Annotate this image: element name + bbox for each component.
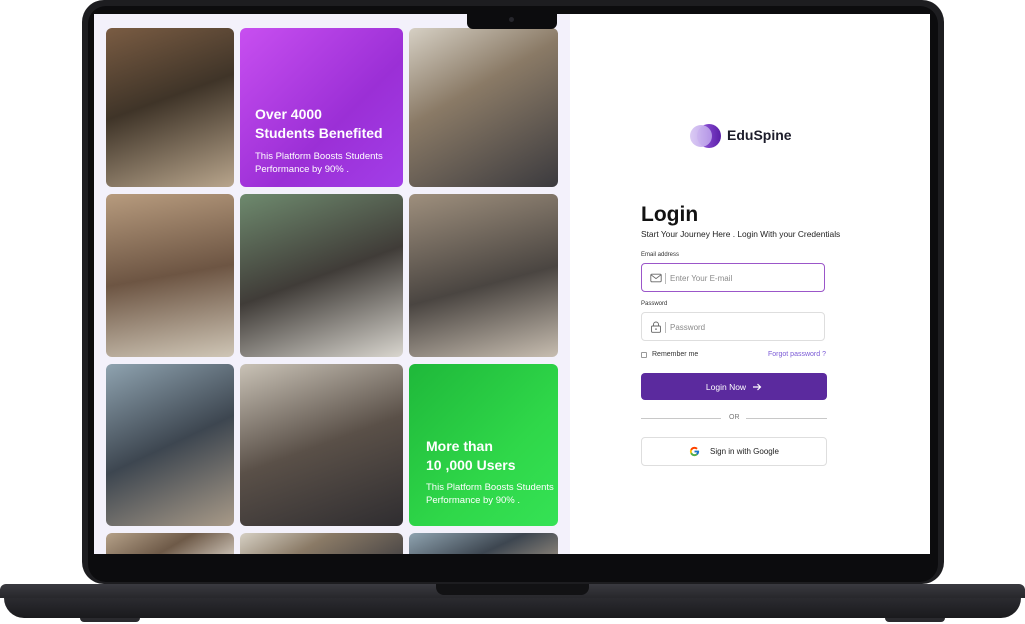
divider-line-left — [641, 418, 721, 419]
login-panel: EduSpine Login Start Your Journey Here .… — [570, 14, 930, 554]
brand-name: EduSpine — [727, 127, 792, 143]
student-studying-photo — [240, 194, 403, 357]
page-subtitle: Start Your Journey Here . Login With you… — [641, 229, 841, 239]
laptop-foot-left — [80, 618, 140, 622]
photo-collage-panel: Over 4000 Students Benefited This Platfo… — [94, 14, 570, 554]
login-button[interactable]: Login Now — [641, 373, 827, 400]
remember-label: Remember me — [652, 351, 699, 358]
divider-line-right — [746, 418, 827, 419]
students-laptop-photo — [106, 194, 234, 357]
stat-title-line2: Students Benefited — [255, 125, 383, 141]
stat-card-users: More than 10 ,000 Users This Platform Bo… — [409, 364, 558, 526]
base-groove — [436, 584, 589, 595]
campus-photo-partial — [409, 533, 558, 554]
overlapping-circles-logo-icon — [690, 124, 721, 148]
students-photo-partial — [240, 533, 403, 554]
google-signin-button[interactable]: Sign in with Google — [641, 437, 827, 466]
forgot-password-link[interactable]: Forgot password ? — [768, 351, 826, 358]
email-input[interactable] — [670, 270, 820, 286]
arrow-right-icon — [753, 383, 762, 390]
laptop-base — [0, 584, 1025, 624]
computer-lab-photo — [106, 364, 234, 526]
classroom-photo — [106, 28, 234, 187]
group-discussion-photo — [240, 364, 403, 526]
email-label: Email address — [641, 252, 680, 258]
classroom-photo-partial — [106, 533, 234, 554]
lock-icon — [651, 321, 661, 333]
stat-subtitle: This Platform Boosts Students Performanc… — [255, 151, 383, 175]
field-separator — [665, 322, 666, 333]
google-icon — [689, 446, 700, 457]
study-group-photo — [409, 194, 558, 357]
password-input[interactable] — [670, 319, 820, 335]
field-separator — [665, 273, 666, 284]
stat-subtitle: This Platform Boosts Students Performanc… — [426, 482, 554, 506]
base-top — [0, 584, 1025, 598]
remember-checkbox[interactable] — [641, 352, 647, 358]
mail-icon — [650, 273, 662, 283]
photo-grid: Over 4000 Students Benefited This Platfo… — [106, 28, 558, 554]
screen: Over 4000 Students Benefited This Platfo… — [94, 14, 930, 554]
camera-notch — [467, 12, 557, 29]
stat-title-line1: Over 4000 — [255, 106, 322, 122]
email-field[interactable] — [641, 263, 825, 292]
password-field[interactable] — [641, 312, 825, 341]
page-title: Login — [641, 203, 699, 226]
stat-title-line1: More than — [426, 438, 493, 454]
base-body — [4, 598, 1021, 618]
google-signin-label: Sign in with Google — [710, 447, 779, 456]
password-label: Password — [641, 301, 668, 307]
login-button-label: Login Now — [705, 381, 747, 392]
stat-title-line2: 10 ,000 Users — [426, 457, 516, 473]
stat-card-students: Over 4000 Students Benefited This Platfo… — [240, 28, 403, 187]
laptop-foot-right — [885, 618, 945, 622]
divider-or: OR — [729, 414, 740, 421]
camera-icon — [509, 17, 514, 22]
library-photo — [409, 28, 558, 187]
